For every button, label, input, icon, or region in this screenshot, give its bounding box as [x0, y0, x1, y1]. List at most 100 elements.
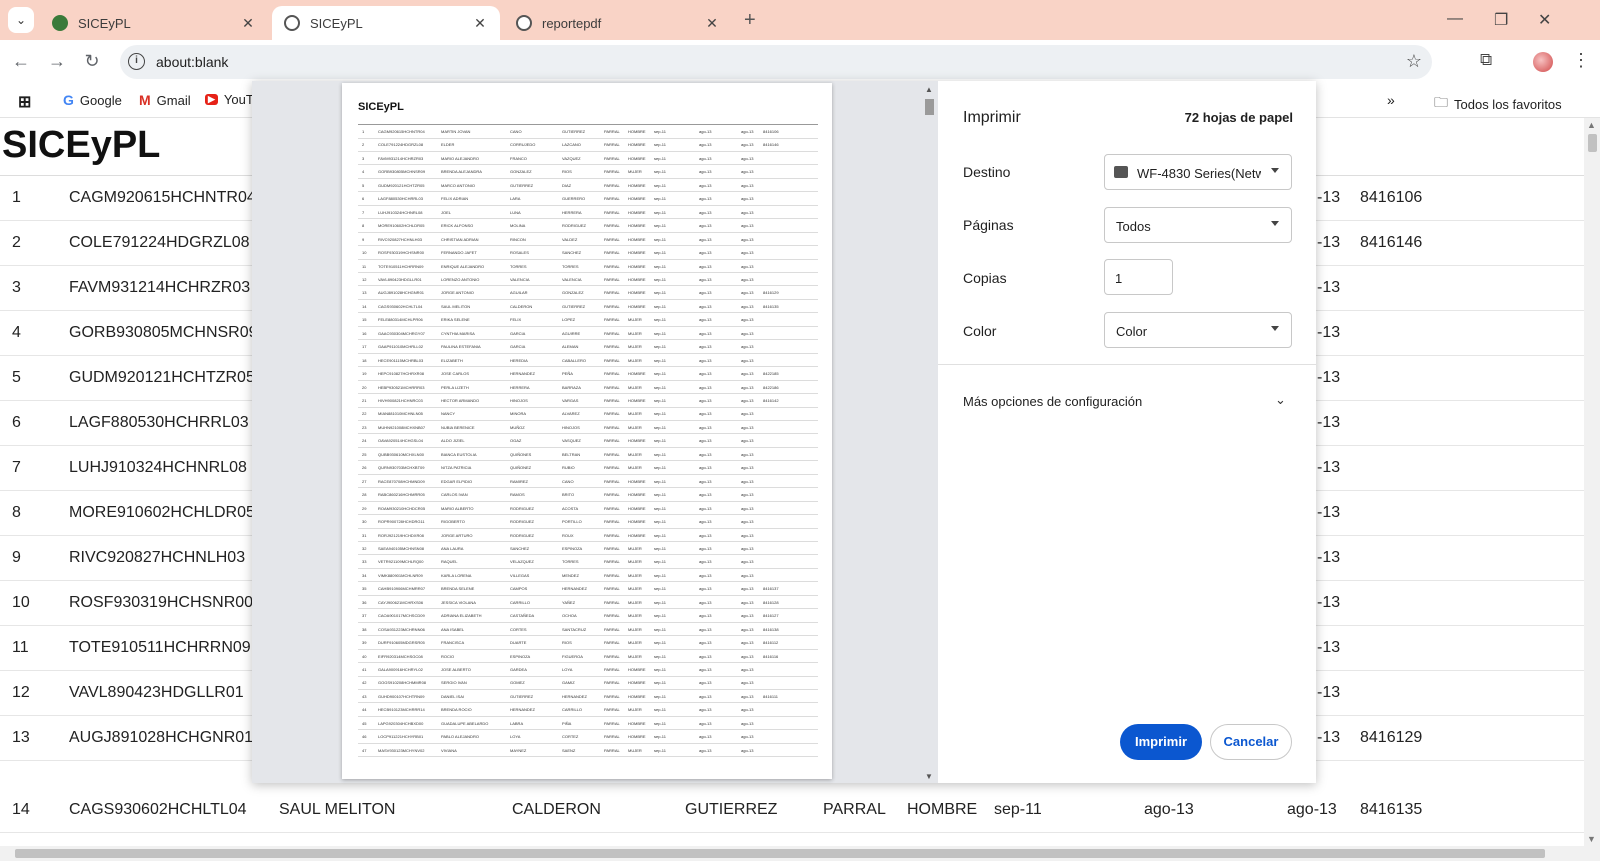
- more-settings-toggle[interactable]: Más opciones de configuración: [963, 394, 1142, 409]
- cell-date-3: -13: [1317, 549, 1341, 566]
- scrollbar-thumb[interactable]: [1588, 134, 1597, 152]
- pages-select[interactable]: Todos: [1104, 207, 1292, 243]
- scroll-up-icon[interactable]: ▲: [1587, 120, 1596, 130]
- chevron-down-icon[interactable]: ⌄: [1275, 392, 1286, 408]
- cell-number: 14: [362, 303, 367, 309]
- cell-surname-1: CARRILLO: [510, 599, 531, 605]
- back-icon[interactable]: ←: [10, 51, 32, 72]
- restore-icon[interactable]: ❐: [1494, 10, 1508, 30]
- cell-city: PARRAL: [604, 424, 620, 430]
- copies-label: Copias: [963, 270, 1007, 286]
- cell-surname-2: BRITO: [562, 492, 575, 498]
- profile-avatar[interactable]: [1533, 52, 1553, 72]
- preview-row: 7 LUHJ910324HCHNRL08 JOEL LUNA HERRERA PARRAL…: [358, 206, 818, 220]
- new-tab-icon[interactable]: +: [744, 9, 756, 32]
- cell-date-2: ago-13: [699, 653, 712, 659]
- copies-input[interactable]: 1: [1104, 259, 1173, 295]
- cell-date-3: ago-13: [741, 317, 754, 323]
- bookmark-star-icon[interactable]: ☆: [1406, 51, 1422, 72]
- bookmark-google[interactable]: G Google: [63, 92, 122, 108]
- scroll-down-icon[interactable]: ▼: [925, 772, 933, 781]
- cell-date-2: ago-13: [699, 263, 712, 269]
- scrollbar-thumb[interactable]: [925, 99, 934, 115]
- cell-city: PARRAL: [604, 747, 620, 753]
- cell-surname-2: LAZCANO: [562, 142, 581, 148]
- cell-surname-1: QUIÑONEZ: [510, 465, 532, 471]
- preview-row: 15 FELE880314MCHLPR06 ERIKA SELENE FELIX LOP…: [358, 313, 818, 327]
- cell-surname-1: SANCHEZ: [510, 545, 530, 551]
- cell-surname-2: HERRERA: [562, 209, 582, 215]
- cell-city: PARRAL: [604, 384, 620, 390]
- cell-surname-1: CALDERON: [510, 303, 533, 309]
- cell-surname-2: GAMIZ: [562, 680, 575, 686]
- scrollbar-thumb[interactable]: [15, 849, 1545, 858]
- bookmark-gmail[interactable]: M Gmail: [139, 92, 191, 108]
- cell-number: 25: [362, 451, 367, 457]
- cell-date-3: ago-13: [741, 559, 754, 565]
- forward-icon[interactable]: →: [46, 51, 68, 72]
- cell-city: PARRAL: [604, 223, 620, 229]
- cell-city: PARRAL: [604, 572, 620, 578]
- cell-date-2: ago-13: [699, 545, 712, 551]
- divider: [938, 364, 1316, 365]
- cell-name: ANA LAURA: [441, 545, 464, 551]
- cell-date-2: ago-13: [699, 276, 712, 282]
- page-vertical-scrollbar[interactable]: ▲ ▼: [1584, 118, 1600, 846]
- cell-date-1: sep-11: [654, 411, 666, 417]
- close-tab-icon[interactable]: ✕: [240, 15, 256, 32]
- reload-icon[interactable]: ↻: [81, 51, 103, 72]
- cell-surname-1: QUIÑONES: [510, 451, 532, 457]
- print-preview-area: SICEyPL 1 CAGM920615HCHNTR04 MARTIN JOVAN C…: [252, 81, 938, 783]
- extensions-icon[interactable]: ⧉: [1480, 50, 1492, 70]
- cell-date-1: sep-11: [654, 169, 666, 175]
- close-tab-icon[interactable]: ✕: [704, 15, 720, 32]
- cell-surname-1: CORRUJEDO: [510, 142, 536, 148]
- cell-sex: HOMBRE: [628, 142, 646, 148]
- close-window-icon[interactable]: ✕: [1538, 10, 1551, 30]
- cell-date-3: -13: [1317, 234, 1341, 251]
- cell-surname-1: GARCIA: [510, 330, 526, 336]
- bookmark-label: Google: [79, 92, 122, 108]
- tab-sicepl-1[interactable]: SICEyPL ✕: [40, 6, 268, 40]
- cell-curp: LAGF880530HCHRRL03: [378, 196, 423, 202]
- apps-grid-icon[interactable]: ⊞: [18, 92, 37, 112]
- cell-date-3: ago-13: [741, 411, 754, 417]
- cell-number: 6: [12, 414, 21, 431]
- preview-scrollbar[interactable]: ▲ ▼: [924, 85, 934, 781]
- tab-sicepl-2[interactable]: SICEyPL ✕: [272, 6, 500, 40]
- cell-curp: GUDM920121HCHTZR05: [378, 182, 425, 188]
- bookmark-youtube[interactable]: ▶ YouT: [205, 92, 254, 107]
- cell-name: BRENDA ALEJANDRA: [441, 169, 482, 175]
- page-horizontal-scrollbar[interactable]: [0, 846, 1600, 861]
- cell-date-3: ago-13: [741, 357, 754, 363]
- address-bar[interactable]: i about:blank ☆: [120, 45, 1432, 79]
- cell-date-1: sep-11: [654, 720, 666, 726]
- cell-number: 36: [362, 599, 367, 605]
- scroll-down-icon[interactable]: ▼: [1587, 834, 1596, 844]
- cell-date-3: -13: [1317, 369, 1341, 386]
- cell-city: PARRAL: [604, 640, 620, 646]
- minimize-icon[interactable]: —: [1447, 10, 1463, 28]
- browser-menu-icon[interactable]: ⋮: [1572, 50, 1590, 71]
- cell-curp: LAPG920304HCHBXD00: [378, 720, 424, 726]
- cell-date-2: ago-13: [699, 317, 712, 323]
- cell-code: 8416127: [763, 613, 779, 619]
- cell-surname-1: LOYA: [510, 734, 521, 740]
- tab-search-button[interactable]: ⌄: [8, 7, 34, 33]
- all-bookmarks[interactable]: 🗀 Todos los favoritos: [1434, 92, 1562, 116]
- more-bookmarks-icon[interactable]: »: [1387, 92, 1395, 108]
- cell-curp: HEPC910827HCHRXR08: [378, 371, 425, 377]
- url-text[interactable]: about:blank: [156, 54, 228, 70]
- color-select[interactable]: Color: [1104, 312, 1292, 348]
- tab-reportepdf[interactable]: reportepdf ✕: [504, 6, 732, 40]
- scroll-up-icon[interactable]: ▲: [925, 85, 933, 94]
- cell-city: PARRAL: [604, 545, 620, 551]
- cell-date-2: ago-13: [699, 693, 712, 699]
- print-button[interactable]: Imprimir: [1120, 724, 1202, 760]
- cell-date-1: sep-11: [654, 290, 666, 296]
- destination-select[interactable]: WF-4830 Series(Networ: [1104, 154, 1292, 190]
- cancel-button[interactable]: Cancelar: [1210, 724, 1292, 760]
- close-tab-icon[interactable]: ✕: [472, 15, 488, 32]
- site-info-icon[interactable]: i: [128, 53, 145, 70]
- cell-code: 8416129: [1360, 729, 1423, 746]
